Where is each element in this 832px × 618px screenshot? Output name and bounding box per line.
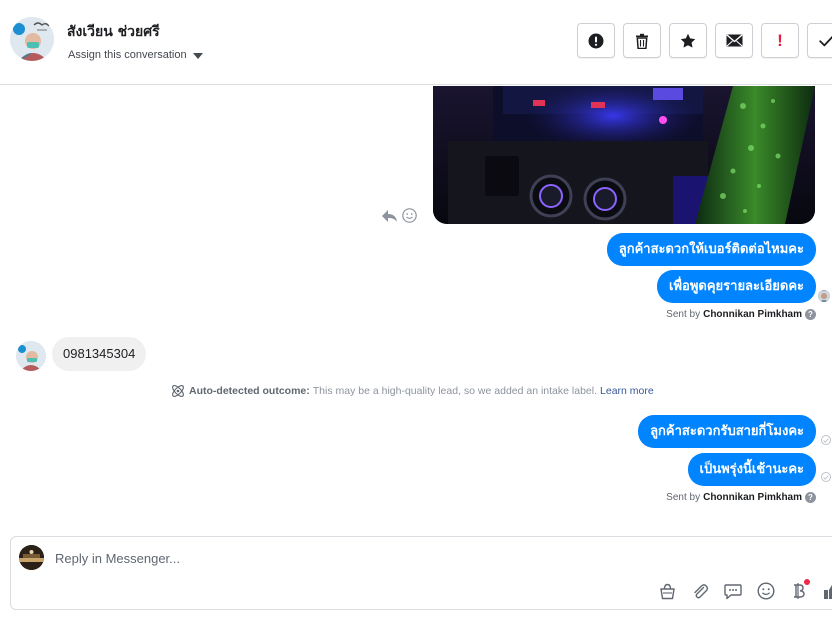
conversation-header: สังเวียน ช่วยศรี Assign this conversatio…: [0, 0, 832, 85]
reply-input[interactable]: Reply in Messenger...: [55, 551, 180, 566]
learn-more-link[interactable]: Learn more: [600, 385, 654, 397]
message-hover-actions: [381, 208, 417, 223]
auto-detect-title: Auto-detected outcome:: [189, 385, 310, 397]
shop-bag-icon[interactable]: [657, 581, 677, 601]
outgoing-message[interactable]: ลูกค้าสะดวกให้เบอร์ติดต่อไหมคะ: [606, 233, 816, 266]
outgoing-message[interactable]: เป็นพรุ่งนี้เช้านะคะ: [687, 453, 816, 486]
contact-name: สังเวียน ช่วยศรี: [67, 24, 160, 40]
atom-icon: [172, 385, 184, 397]
page-avatar: [19, 545, 44, 570]
chevron-down-icon: [192, 52, 203, 59]
exclamation-icon: !: [777, 31, 783, 50]
check-icon: [818, 35, 832, 46]
follow-up-button[interactable]: !: [761, 23, 799, 58]
help-icon[interactable]: ?: [805, 492, 816, 503]
image-message[interactable]: [433, 86, 815, 224]
emoji-icon[interactable]: [756, 581, 776, 601]
outgoing-message[interactable]: ลูกค้าสะดวกรับสายกี่โมงคะ: [638, 415, 816, 448]
reply-arrow-icon[interactable]: [381, 209, 398, 223]
trash-icon: [636, 33, 648, 49]
react-emoji-icon[interactable]: [402, 208, 417, 223]
sent-by-label: Sent by Chonnikan Pimkham ?: [666, 309, 816, 320]
assign-conversation-dropdown[interactable]: Assign this conversation: [68, 49, 203, 61]
delivered-check-icon: [821, 472, 831, 482]
notification-dot: [804, 579, 810, 585]
alert-circle-icon: [588, 33, 604, 48]
assign-label: Assign this conversation: [68, 49, 187, 61]
contact-avatar[interactable]: [10, 17, 54, 61]
mark-unread-button[interactable]: [715, 23, 753, 58]
mark-done-button[interactable]: [807, 23, 832, 58]
sent-by-prefix: Sent by: [666, 309, 701, 320]
payment-baht-icon[interactable]: [789, 579, 810, 601]
star-button[interactable]: [669, 23, 707, 58]
paperclip-icon[interactable]: [690, 581, 710, 601]
sent-by-prefix: Sent by: [666, 492, 701, 503]
star-icon: [680, 33, 696, 48]
reply-composer: Reply in Messenger...: [10, 536, 832, 610]
help-icon[interactable]: ?: [805, 309, 816, 320]
seen-avatar: [818, 290, 830, 302]
conversation-actions: !: [577, 23, 832, 58]
sent-by-name: Chonnikan Pimkham: [703, 492, 802, 503]
saved-reply-icon[interactable]: [723, 581, 743, 601]
sent-by-name: Chonnikan Pimkham: [703, 309, 802, 320]
auto-detected-outcome-notice: Auto-detected outcome: This may be a hig…: [170, 384, 654, 398]
incoming-message[interactable]: 0981345304: [52, 337, 147, 371]
sent-by-label: Sent by Chonnikan Pimkham ?: [666, 492, 816, 503]
delivered-check-icon: [821, 435, 831, 445]
outgoing-message[interactable]: เพื่อพูดคุยรายละเอียดคะ: [657, 270, 816, 303]
contact-avatar-small[interactable]: [16, 341, 46, 371]
mark-spam-button[interactable]: [577, 23, 615, 58]
thumbs-up-icon[interactable]: [822, 581, 832, 601]
auto-detect-text: This may be a high-quality lead, so we a…: [312, 385, 598, 397]
message-thread: ลูกค้าสะดวกให้เบอร์ติดต่อไหมคะ เพื่อพูดค…: [0, 86, 832, 526]
composer-toolbar: [657, 579, 832, 601]
envelope-icon: [726, 34, 742, 47]
delete-button[interactable]: [623, 23, 661, 58]
